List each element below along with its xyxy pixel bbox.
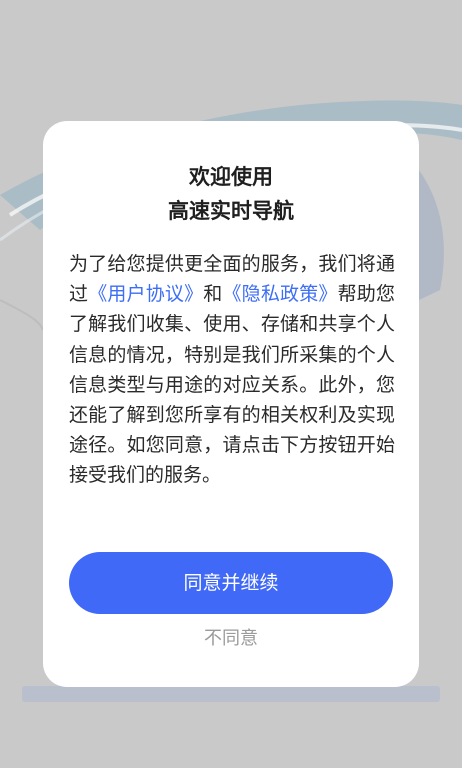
agree-continue-button[interactable]: 同意并继续 — [69, 552, 393, 614]
body-text-conj: 和 — [203, 283, 223, 306]
disagree-button[interactable]: 不同意 — [43, 624, 419, 654]
dialog-title-line1: 欢迎使用 — [189, 165, 273, 189]
dialog-title-line2: 高速实时导航 — [168, 199, 294, 223]
user-agreement-link[interactable]: 《用户协议》 — [88, 283, 203, 305]
privacy-consent-dialog: 欢迎使用 高速实时导航 为了给您提供更全面的服务，我们将通过《用户协议》和《隐私… — [43, 121, 419, 687]
dialog-body-text: 为了给您提供更全面的服务，我们将通过《用户协议》和《隐私政策》帮助您了解我们收集… — [69, 249, 395, 491]
body-text-part2: 帮助您了解我们收集、使用、存储和共享个人信息的情况，特别是我们所采集的个人信息类… — [69, 283, 395, 487]
background-base-bar — [22, 686, 440, 702]
privacy-policy-link[interactable]: 《隐私政策》 — [222, 283, 337, 305]
